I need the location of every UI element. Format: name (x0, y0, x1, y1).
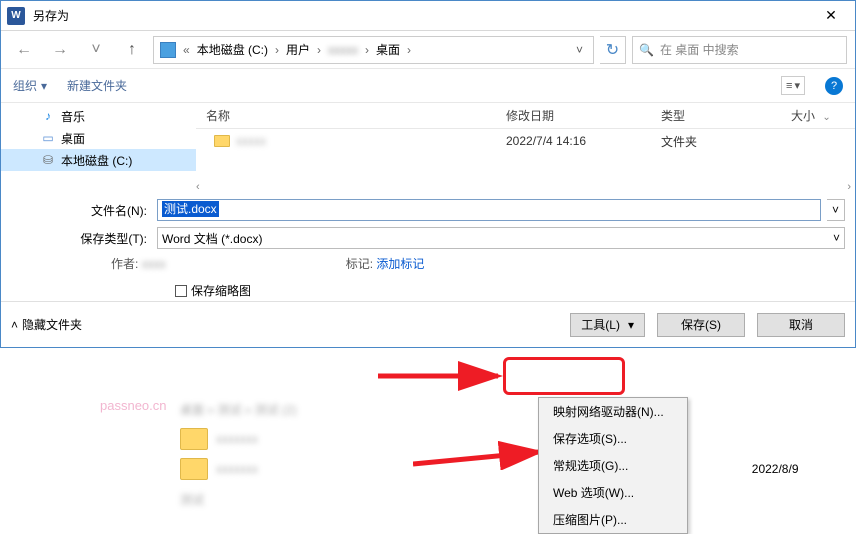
column-headers: 名称 修改日期 类型 大小 ⌄ (196, 103, 855, 129)
close-button[interactable]: ✕ (811, 7, 851, 24)
breadcrumb-bar[interactable]: « 本地磁盘 (C:) › 用户 › xxxxx › 桌面 › ˅ (153, 36, 594, 64)
window-title: 另存为 (33, 7, 811, 24)
breadcrumb-item[interactable]: 桌面 (374, 41, 402, 58)
sidebar-item-music[interactable]: ♪ 音乐 (1, 105, 196, 127)
background-breadcrumb: 桌面 » 测试 » 测试 (2) (180, 401, 600, 418)
titlebar: W 另存为 ✕ (1, 1, 855, 31)
sidebar-item-desktop[interactable]: ▭ 桌面 (1, 127, 196, 149)
breadcrumb-item[interactable]: 本地磁盘 (C:) (195, 41, 270, 58)
filetype-select[interactable]: Word 文档 (*.docx) ˅ (157, 227, 845, 249)
main-area: ♪ 音乐 ▭ 桌面 ⛁ 本地磁盘 (C:) 名称 修改日期 类型 大小 ⌄ (1, 103, 855, 193)
filename-dropdown[interactable]: ˅ (827, 199, 845, 221)
filetype-value: Word 文档 (*.docx) (162, 230, 262, 247)
sidebar: ♪ 音乐 ▭ 桌面 ⛁ 本地磁盘 (C:) (1, 103, 196, 193)
search-placeholder: 在 桌面 中搜索 (660, 41, 739, 58)
chevron-right-icon: › (362, 43, 372, 57)
toolbar: 组织 ▾ 新建文件夹 ≡ ▾ ? (1, 69, 855, 103)
column-type[interactable]: 类型 (651, 103, 781, 128)
recent-dropdown[interactable]: ˅ (81, 36, 111, 64)
breadcrumb-item[interactable]: 用户 (284, 41, 312, 58)
filetype-label: 保存类型(T): (11, 230, 151, 247)
hide-folders-toggle[interactable]: ˄ 隐藏文件夹 (11, 316, 82, 333)
tag-label: 标记: (346, 257, 373, 271)
cancel-button[interactable]: 取消 (757, 313, 845, 337)
breadcrumb-root-sep: « (180, 43, 193, 57)
thumbnail-row: 保存缩略图 (11, 282, 845, 299)
column-name[interactable]: 名称 (196, 103, 496, 128)
forward-button[interactable]: → (45, 36, 75, 64)
author-value-redacted[interactable]: xxxx (142, 257, 166, 271)
dropdown-icon: ˅ (833, 231, 840, 245)
menu-item-web-options[interactable]: Web 选项(W)... (539, 479, 687, 506)
chevron-right-icon: › (272, 43, 282, 57)
filename-label: 文件名(N): (11, 202, 151, 219)
desktop-icon: ▭ (41, 131, 55, 145)
new-folder-button[interactable]: 新建文件夹 (67, 77, 127, 94)
music-icon: ♪ (41, 109, 55, 123)
tag-value[interactable]: 添加标记 (376, 257, 424, 271)
file-type: 文件夹 (651, 133, 781, 150)
save-as-dialog: W 另存为 ✕ ← → ˅ ↑ « 本地磁盘 (C:) › 用户 › xxxxx… (0, 0, 856, 348)
sidebar-item-local-disk[interactable]: ⛁ 本地磁盘 (C:) (1, 149, 196, 171)
organize-button[interactable]: 组织 ▾ (13, 77, 47, 94)
file-date: 2022/7/4 14:16 (496, 134, 651, 148)
author-label: 作者: (111, 257, 138, 271)
dropdown-icon: ▾ (628, 318, 634, 332)
thumbnail-label: 保存缩略图 (191, 282, 251, 299)
metadata-row: 作者: xxxx 标记: 添加标记 (11, 255, 845, 272)
folder-icon (214, 135, 230, 147)
save-button[interactable]: 保存(S) (657, 313, 745, 337)
file-row[interactable]: xxxxx 2022/7/4 14:16 文件夹 (196, 129, 855, 153)
filename-input[interactable]: 测试.docx (157, 199, 821, 221)
refresh-button[interactable]: ↻ (600, 36, 626, 64)
word-icon: W (7, 7, 25, 25)
folder-icon (180, 428, 208, 450)
filename-value: 测试.docx (162, 201, 219, 217)
disk-icon: ⛁ (41, 153, 55, 167)
dialog-footer: ˄ 隐藏文件夹 工具(L) ▾ 保存(S) 取消 (1, 301, 855, 347)
breadcrumb-item-redacted[interactable]: xxxxx (326, 43, 360, 57)
chevron-right-icon: › (404, 43, 414, 57)
caret-up-icon: ˄ (11, 318, 18, 332)
background-explorer: passneo.cn 桌面 » 测试 » 测试 (2) xxxxxxx xxxx… (0, 396, 858, 514)
menu-item-compress-pictures[interactable]: 压缩图片(P)... (539, 506, 687, 533)
view-mode-button[interactable]: ≡ ▾ (781, 76, 805, 95)
file-name-redacted: xxxxx (236, 134, 266, 148)
breadcrumb-dropdown[interactable]: ˅ (570, 43, 589, 57)
search-icon: 🔍 (639, 43, 654, 57)
file-list-area: 名称 修改日期 类型 大小 ⌄ xxxxx 2022/7/4 14:16 文件夹… (196, 103, 855, 193)
help-button[interactable]: ? (825, 77, 843, 95)
up-button[interactable]: ↑ (117, 36, 147, 64)
scroll-left-button[interactable]: ‹ (196, 181, 200, 193)
folder-icon (180, 458, 208, 480)
highlight-tools-button (503, 357, 625, 395)
watermark-text: passneo.cn (100, 398, 167, 413)
background-date: 2022/8/9 (752, 462, 858, 476)
back-button[interactable]: ← (9, 36, 39, 64)
menu-item-general-options[interactable]: 常规选项(G)... (539, 452, 687, 479)
column-size[interactable]: 大小 ⌄ (781, 103, 855, 128)
save-fields: 文件名(N): 测试.docx ˅ 保存类型(T): Word 文档 (*.do… (1, 193, 855, 301)
nav-row: ← → ˅ ↑ « 本地磁盘 (C:) › 用户 › xxxxx › 桌面 › … (1, 31, 855, 69)
arrow-icon (378, 361, 513, 391)
menu-item-save-options[interactable]: 保存选项(S)... (539, 425, 687, 452)
scroll-right-button[interactable]: › (847, 181, 851, 193)
chevron-right-icon: › (314, 43, 324, 57)
thumbnail-checkbox[interactable] (175, 285, 187, 297)
tools-button[interactable]: 工具(L) ▾ (570, 313, 645, 337)
drive-icon (160, 42, 176, 58)
column-date[interactable]: 修改日期 (496, 103, 651, 128)
tools-menu: 映射网络驱动器(N)... 保存选项(S)... 常规选项(G)... Web … (538, 397, 688, 534)
dropdown-icon: ▾ (41, 79, 47, 93)
menu-item-map-drive[interactable]: 映射网络驱动器(N)... (539, 398, 687, 425)
search-input[interactable]: 🔍 在 桌面 中搜索 (632, 36, 847, 64)
